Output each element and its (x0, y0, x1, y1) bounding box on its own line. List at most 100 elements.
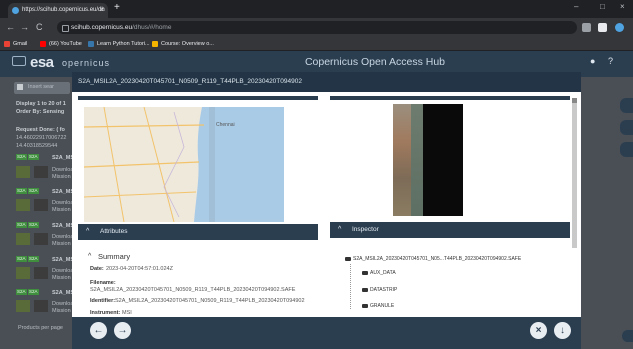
extensions-icon[interactable] (582, 23, 591, 32)
window-close-button[interactable]: × (620, 2, 625, 11)
road-line (84, 161, 200, 168)
bookmark-python[interactable]: Learn Python Tutori... (88, 39, 150, 49)
map-city-label: Chennai (216, 122, 235, 128)
product-tag: S2A (28, 188, 39, 194)
back-button[interactable]: ← (6, 22, 15, 32)
summary-chevron-icon[interactable]: ^ (88, 253, 91, 260)
tree-root-label: S2A_MSIL2A_20230420T045701_N05...T44PLB_… (353, 256, 522, 262)
tree-item-label: GRANULE (370, 303, 395, 309)
chevron-up-icon[interactable]: ^ (86, 224, 89, 240)
next-product-button[interactable]: → (114, 322, 131, 339)
product-tag: S2A (16, 222, 27, 228)
url-input[interactable]: scihub.copernicus.eu/dhus/#/home (57, 21, 577, 34)
menu-icon[interactable] (12, 56, 26, 66)
product-thumbnail[interactable] (16, 267, 30, 279)
road-line (84, 124, 205, 128)
order-by: Order By: Sensing (16, 109, 65, 115)
product-thumbnail[interactable] (34, 233, 48, 245)
esa-logo: esa (30, 54, 54, 71)
product-sub: Downloa (52, 200, 74, 206)
sea-area (194, 107, 284, 222)
coords-line-1: 14.46022917006722 (16, 135, 67, 141)
copernicus-logo: opernicus (62, 58, 111, 68)
tree-root[interactable]: S2A_MSIL2A_20230420T045701_N05...T44PLB_… (345, 256, 521, 262)
tab-close-icon[interactable]: × (100, 3, 104, 18)
bookmark-label: Course: Overview o... (161, 41, 214, 47)
tab-title: https://scihub.copernicus.eu/dh (22, 7, 105, 13)
identifier-value: S2A_MSIL2A_20230420T045701_N0509_R119_T4… (115, 298, 305, 304)
search-input[interactable]: Insert sear (14, 82, 70, 94)
product-sub: Mission (52, 207, 71, 213)
new-tab-button[interactable]: + (114, 2, 120, 13)
download-button[interactable]: ↓ (554, 322, 571, 339)
quicklook-image (393, 104, 463, 216)
layers-icon[interactable] (620, 98, 633, 113)
bookmark-course[interactable]: Course: Overview o... (152, 39, 214, 49)
hub-title: Copernicus Open Access Hub (304, 56, 446, 68)
footprint-map[interactable]: Chennai (84, 107, 284, 222)
instrument-label: Instrument: (90, 310, 121, 316)
folder-icon (345, 257, 351, 261)
identifier-label: Identifier: (90, 298, 116, 304)
bookmark-youtube[interactable]: (66) YouTube (40, 39, 82, 49)
user-icon[interactable]: ● (590, 56, 595, 66)
product-sub: Mission (52, 174, 71, 180)
product-tag: S2A (28, 289, 39, 295)
search-placeholder: Insert sear (28, 84, 54, 90)
product-thumbnail[interactable] (34, 166, 48, 178)
gmail-icon (4, 41, 10, 47)
reload-button[interactable]: C (36, 22, 43, 32)
chevron-up-icon[interactable]: ^ (338, 222, 341, 238)
date-label: Date: (90, 266, 104, 272)
bookmark-label: Gmail (13, 41, 28, 47)
product-sub: Downloa (52, 301, 74, 307)
product-thumbnail[interactable] (34, 300, 48, 312)
sidebar-icon[interactable] (598, 23, 607, 32)
inspector-section-header[interactable]: ^ Inspector (330, 222, 570, 238)
product-tag: S2A (28, 222, 39, 228)
footprint-edge (209, 107, 215, 222)
folder-icon (362, 271, 368, 275)
tree-item[interactable]: GRANULE (362, 303, 394, 309)
summary-title: Summary (98, 252, 131, 261)
lock-icon (62, 25, 69, 32)
instrument-value: MSI (122, 310, 132, 316)
window-minimize-button[interactable]: – (574, 2, 578, 11)
bookmark-label: Learn Python Tutori... (97, 41, 150, 47)
product-thumbnail[interactable] (34, 199, 48, 211)
filename-value: S2A_MSIL2A_20230420T045701_N0509_R119_T4… (90, 287, 296, 293)
product-thumbnail[interactable] (34, 267, 48, 279)
product-thumbnail[interactable] (16, 233, 30, 245)
close-modal-button[interactable]: × (530, 322, 547, 339)
help-icon[interactable]: ? (608, 56, 613, 66)
coords-line-2: 14.40318529544 (16, 143, 58, 149)
window-maximize-button[interactable]: □ (600, 2, 605, 11)
tree-item-label: AUX_DATA (370, 270, 396, 276)
browser-tab[interactable]: https://scihub.copernicus.eu/dh × (8, 3, 108, 18)
product-thumbnail[interactable] (16, 300, 30, 312)
previous-product-button[interactable]: ← (90, 322, 107, 339)
product-sub: Mission (52, 275, 71, 281)
road-line (103, 107, 125, 222)
filter-icon[interactable] (17, 84, 23, 90)
modal-scrollbar[interactable] (572, 98, 577, 248)
info-icon[interactable] (622, 330, 633, 342)
display-count: Display 1 to 20 of 1 (16, 101, 66, 107)
tree-item[interactable]: DATASTRIP (362, 287, 397, 293)
modal-footer (72, 317, 581, 349)
attributes-header-label: Attributes (100, 228, 128, 235)
scroll-up-arrow[interactable] (572, 98, 577, 103)
profile-avatar[interactable] (615, 23, 624, 32)
road-line (84, 191, 197, 198)
product-thumbnail[interactable] (16, 166, 30, 178)
bookmark-label: (66) YouTube (49, 41, 82, 47)
attributes-section-header[interactable]: ^ Attributes (78, 224, 318, 240)
url-path: /dhus/#/home (132, 24, 172, 31)
product-thumbnail[interactable] (16, 199, 30, 211)
request-done: Request Done: ( fo (16, 127, 65, 133)
tree-item[interactable]: AUX_DATA (362, 270, 396, 276)
bookmark-gmail[interactable]: Gmail (4, 39, 27, 49)
map-tool-icon[interactable] (620, 142, 633, 157)
forward-button[interactable]: → (20, 22, 29, 32)
settings-icon[interactable] (620, 120, 633, 135)
